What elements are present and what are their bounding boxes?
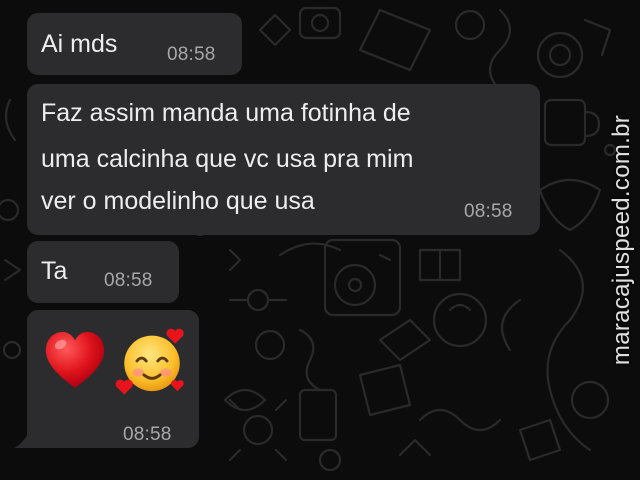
message-text: Ai mds [41,30,118,58]
smiling-face-with-hearts-icon [115,328,184,395]
message-text-line: ver o modelinho que usa [41,187,315,215]
message-bubble[interactable]: Ai mds 08:58 [27,13,242,75]
site-watermark: maracajuspeed.com.br [608,114,635,366]
message-timestamp: 08:58 [167,44,216,65]
message-text-line: Faz assim manda uma fotinha de [41,99,411,127]
message-bubble[interactable]: Ta 08:58 [27,241,179,303]
message-text: Ta [41,257,68,285]
message-timestamp: 08:58 [123,424,172,445]
message-timestamp: 08:58 [464,201,513,222]
message-bubble[interactable]: Faz assim manda uma fotinha de uma calci… [27,84,540,235]
message-bubble[interactable]: 08:58 [27,310,199,448]
message-timestamp: 08:58 [104,270,153,291]
message-text-line: uma calcinha que vc usa pra mim [41,145,414,173]
red-heart-icon [45,331,105,388]
